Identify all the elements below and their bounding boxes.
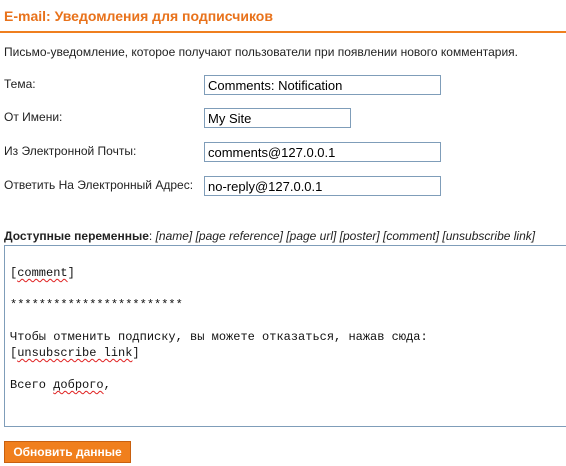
body-line-comment: [comment] xyxy=(10,266,75,280)
message-body-editor[interactable]: [comment] ************************ Чтобы… xyxy=(4,245,566,427)
from-name-label: От Имени: xyxy=(4,110,63,124)
title-divider xyxy=(0,31,566,33)
from-email-label: Из Электронной Почты: xyxy=(4,144,137,158)
comment-token: comment xyxy=(17,266,68,280)
body-line-blank xyxy=(10,281,566,297)
closing-word: доброго xyxy=(53,378,104,392)
reply-to-label: Ответить На Электронный Адрес: xyxy=(4,178,194,192)
body-line-stars: ************************ xyxy=(10,298,183,312)
available-variables: Доступные переменные: [name] [page refer… xyxy=(4,229,535,243)
page-title: E-mail: Уведомления для подписчиков xyxy=(4,8,273,24)
body-line-closing: Всего доброго, xyxy=(10,377,566,393)
update-button[interactable]: Обновить данные xyxy=(4,441,131,463)
body-line-unsubscribe-text: Чтобы отменить подписку, вы можете отказ… xyxy=(10,330,428,344)
page-description: Письмо-уведомление, которое получают пол… xyxy=(4,45,519,59)
body-line-unsubscribe-link: [unsubscribe link] xyxy=(10,346,140,360)
subject-label: Тема: xyxy=(4,77,36,91)
closing-end: , xyxy=(103,378,111,392)
reply-to-field[interactable] xyxy=(204,176,441,196)
body-line-blank xyxy=(10,361,566,377)
from-name-field[interactable] xyxy=(204,108,351,128)
from-email-field[interactable] xyxy=(204,142,441,162)
closing-start: Всего xyxy=(10,378,54,392)
body-line-blank xyxy=(10,313,566,329)
available-variables-list: [name] [page reference] [page url] [post… xyxy=(155,229,536,243)
unsubscribe-token: unsubscribe link xyxy=(17,346,133,360)
available-variables-separator: : xyxy=(148,229,156,243)
available-variables-heading: Доступные переменные xyxy=(4,229,149,243)
subject-field[interactable] xyxy=(204,75,441,95)
notification-settings-page: E-mail: Уведомления для подписчиков Пись… xyxy=(0,0,566,466)
